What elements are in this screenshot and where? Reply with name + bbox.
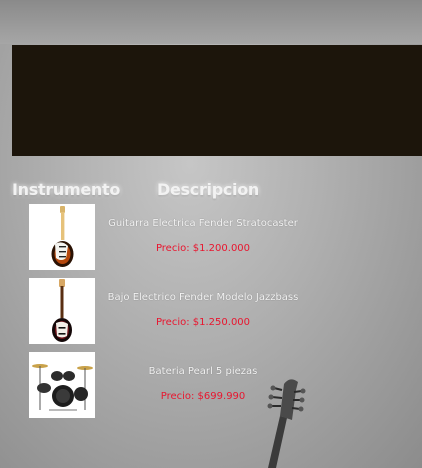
guitar-headstock-decoration-icon <box>267 379 306 468</box>
product-row-stratocaster: Guitarra Electrica Fender Stratocaster P… <box>29 204 422 270</box>
product-row-drums: Bateria Pearl 5 piezas Precio: $699.990 <box>29 352 422 418</box>
product-price: Precio: $1.200.000 <box>155 243 251 254</box>
column-header-instrument: Instrumento <box>12 180 121 199</box>
bass-guitar-icon <box>52 279 72 342</box>
electric-guitar-icon <box>51 206 74 267</box>
product-image-stratocaster[interactable] <box>29 204 95 270</box>
column-header-description: Descripcion <box>157 180 260 199</box>
drum-kit-icon <box>32 364 93 411</box>
product-image-jazzbass[interactable] <box>29 278 95 344</box>
product-name: Guitarra Electrica Fender Stratocaster <box>108 218 298 229</box>
header-banner <box>12 45 422 156</box>
product-row-jazzbass: Bajo Electrico Fender Modelo Jazzbass Pr… <box>29 278 422 344</box>
product-image-drums[interactable] <box>29 352 95 418</box>
product-price: Precio: $1.250.000 <box>155 317 251 328</box>
product-name: Bajo Electrico Fender Modelo Jazzbass <box>107 292 299 303</box>
top-strip <box>0 0 422 44</box>
